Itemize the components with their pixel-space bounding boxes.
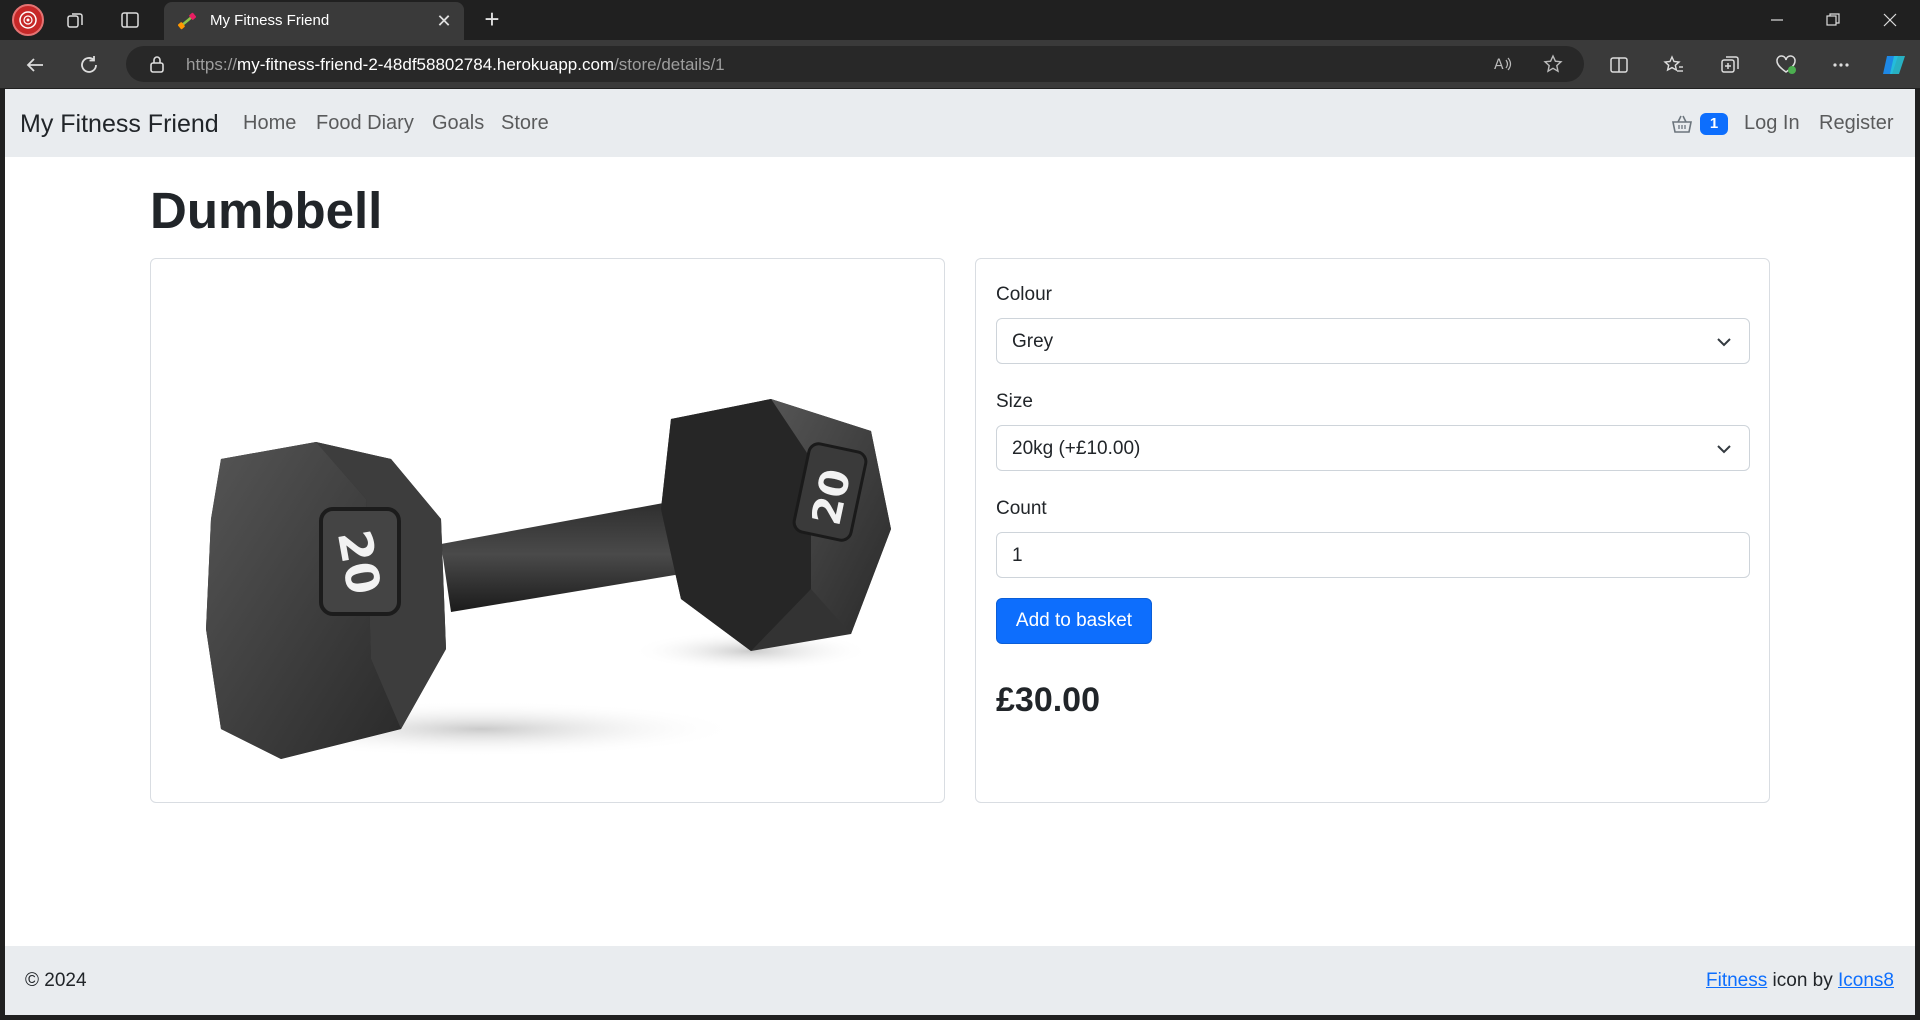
nav-goals[interactable]: Goals: [432, 112, 484, 135]
count-value: 1: [1012, 545, 1023, 566]
size-selected-value: 20kg (+£10.00): [1012, 438, 1141, 459]
chevron-down-icon: [1717, 445, 1731, 454]
fitness-favicon-icon: [178, 12, 196, 30]
colour-select[interactable]: Grey: [996, 318, 1750, 364]
nav-login[interactable]: Log In: [1744, 112, 1800, 135]
count-input[interactable]: 1: [996, 532, 1750, 578]
add-to-basket-button[interactable]: Add to basket: [996, 598, 1152, 644]
dumbbell-image: 20 20: [206, 399, 891, 759]
url-scheme: https://: [186, 55, 238, 74]
url-host: my-fitness-friend-2-48df58802784.herokua…: [237, 55, 615, 74]
tab-title: My Fitness Friend: [210, 12, 330, 29]
active-tab[interactable]: My Fitness Friend ✕: [164, 2, 464, 40]
split-screen-icon[interactable]: [1604, 50, 1634, 80]
refresh-icon[interactable]: [74, 50, 104, 80]
icons8-credit-link[interactable]: Icons8: [1838, 970, 1894, 991]
url-path: /store/details/1: [614, 55, 725, 74]
colour-label: Colour: [996, 284, 1052, 305]
browser-tab-bar: My Fitness Friend ✕ +: [0, 0, 1920, 40]
copilot-icon[interactable]: [1880, 50, 1910, 80]
browser-toolbar: https://my-fitness-friend-2-48df58802784…: [0, 40, 1920, 88]
url-text[interactable]: https://my-fitness-friend-2-48df58802784…: [186, 55, 725, 75]
read-aloud-icon[interactable]: A: [1492, 53, 1514, 75]
fitness-credit-link[interactable]: Fitness: [1706, 970, 1767, 991]
collections-icon[interactable]: [1715, 50, 1745, 80]
basket-icon: [1672, 115, 1692, 133]
product-price: £30.00: [996, 681, 1100, 719]
size-select[interactable]: 20kg (+£10.00): [996, 425, 1750, 471]
tab-actions-icon[interactable]: [116, 6, 144, 34]
new-tab-icon[interactable]: +: [478, 6, 506, 34]
lock-icon[interactable]: [148, 55, 166, 73]
colour-selected-value: Grey: [1012, 331, 1054, 352]
basket-button[interactable]: 1: [1671, 111, 1733, 137]
product-title: Dumbbell: [150, 182, 383, 239]
address-bar[interactable]: https://my-fitness-friend-2-48df58802784…: [126, 46, 1584, 82]
page-viewport: My Fitness Friend Home Food Diary Goals …: [5, 89, 1915, 1015]
favorite-star-icon[interactable]: [1542, 53, 1564, 75]
profile-avatar-icon[interactable]: [12, 4, 44, 36]
chevron-down-icon: [1717, 338, 1731, 347]
close-window-icon[interactable]: [1862, 0, 1918, 40]
weight-label-left: 20: [327, 526, 391, 598]
tab-close-icon[interactable]: ✕: [434, 11, 454, 31]
site-footer: © 2024 Fitness icon by Icons8: [5, 946, 1915, 1015]
product-options-card: Colour Grey Size 20kg (+£10.00) Count 1 …: [975, 258, 1770, 803]
site-navbar: My Fitness Friend Home Food Diary Goals …: [5, 89, 1915, 157]
restore-icon[interactable]: [1805, 0, 1861, 40]
more-options-icon[interactable]: [1826, 50, 1856, 80]
size-label: Size: [996, 391, 1033, 412]
basket-count-badge: 1: [1700, 113, 1728, 135]
nav-store[interactable]: Store: [501, 112, 549, 135]
back-icon[interactable]: [20, 50, 50, 80]
nav-food-diary[interactable]: Food Diary: [316, 112, 414, 135]
product-image-card: 20 20: [150, 258, 945, 803]
minimize-icon[interactable]: [1749, 0, 1805, 40]
workspaces-icon[interactable]: [62, 6, 90, 34]
count-label: Count: [996, 498, 1047, 519]
nav-home[interactable]: Home: [243, 112, 296, 135]
browser-essentials-icon[interactable]: [1771, 50, 1801, 80]
copyright-text: © 2024: [25, 970, 87, 991]
icon-credit: Fitness icon by Icons8: [1706, 970, 1894, 992]
site-brand[interactable]: My Fitness Friend: [20, 110, 219, 139]
svg-text:A: A: [1494, 57, 1504, 73]
nav-register[interactable]: Register: [1819, 112, 1893, 135]
credit-middle-text: icon by: [1767, 970, 1839, 991]
favorites-icon[interactable]: [1659, 50, 1689, 80]
